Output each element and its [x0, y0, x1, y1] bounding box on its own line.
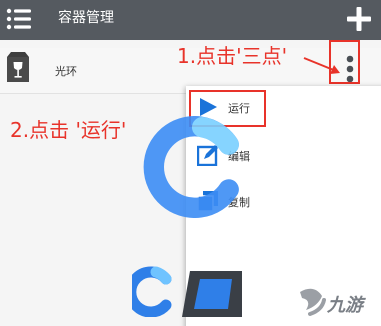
watermark-logo-icon: [143, 116, 239, 218]
app-bar: 容器管理: [0, 0, 381, 40]
annotation-step-2: 2.点击 '运行': [10, 118, 127, 142]
wine-glass-icon: [7, 52, 29, 82]
page-title: 容器管理: [58, 10, 114, 26]
annotation-step-1: 1.点击'三点': [177, 44, 288, 68]
site-name: 九游: [327, 295, 363, 316]
watermark-brand-icon: [132, 266, 242, 317]
hamburger-icon[interactable]: [6, 7, 32, 31]
arrow-icon: [303, 57, 340, 74]
plus-icon[interactable]: [344, 4, 374, 34]
container-name: 光环: [55, 65, 77, 78]
